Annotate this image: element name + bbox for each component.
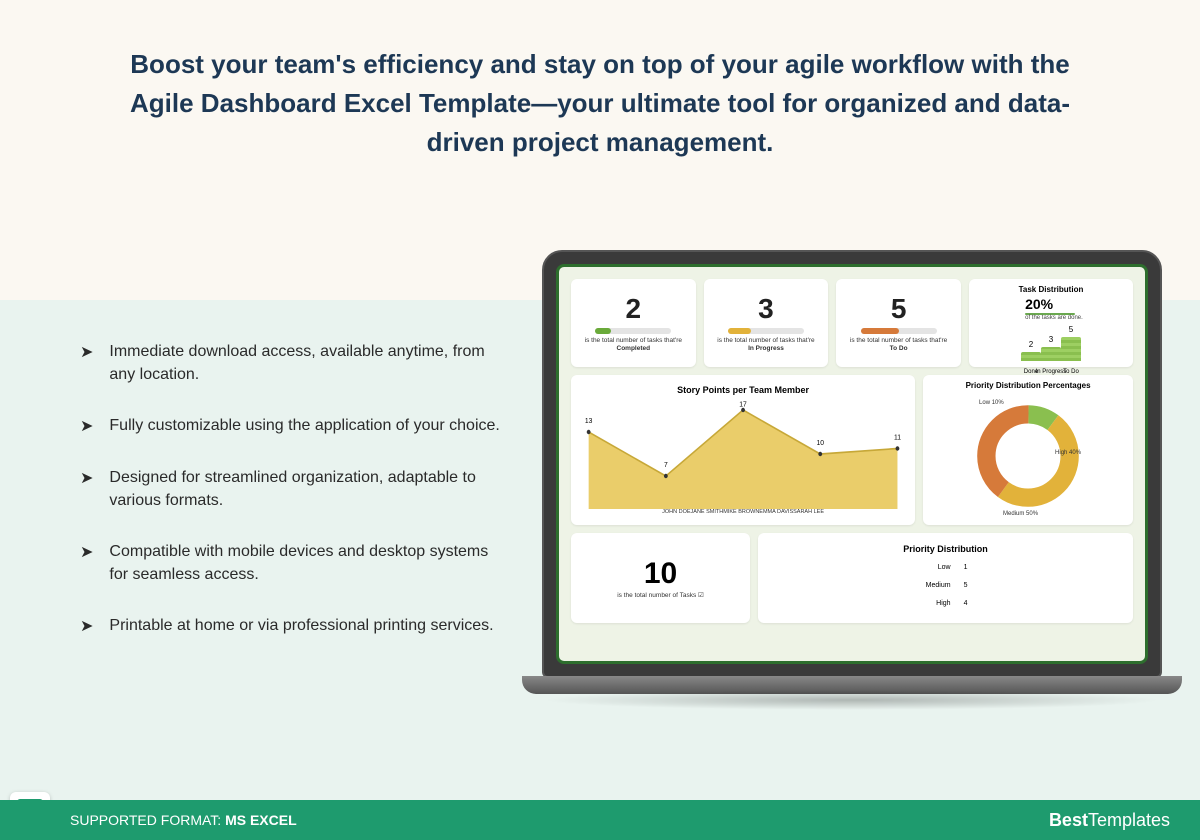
feature-text: Designed for streamlined organization, a…: [109, 466, 510, 512]
kpi-value: 10: [644, 557, 677, 591]
kpi-value: 3: [758, 293, 774, 325]
kpi-todo: 5 is the total number of tasks that'reTo…: [836, 279, 961, 367]
kpi-value: 5: [891, 293, 907, 325]
kpi-completed: 2 is the total number of tasks that'reCo…: [571, 279, 696, 367]
list-item: ➤ Compatible with mobile devices and desk…: [80, 540, 510, 586]
supported-value: MS EXCEL: [225, 812, 297, 828]
bullet-icon: ➤: [80, 542, 93, 562]
feature-text: Immediate download access, available any…: [109, 340, 510, 386]
svg-text:10: 10: [817, 438, 825, 448]
bullet-icon: ➤: [80, 616, 93, 636]
bar-chart: 2Done 3In Progress 5To Do: [1021, 335, 1081, 361]
svg-text:17: 17: [739, 399, 747, 409]
total-tasks-card: 10 is the total number of Tasks ☑: [571, 533, 750, 623]
task-distribution-card: Task Distribution 20%of the tasks are do…: [969, 279, 1133, 367]
list-item: ➤ Designed for streamlined organization, …: [80, 466, 510, 512]
priority-distribution-card: Priority Distribution Low1 Medium5 High4: [758, 533, 1133, 623]
svg-text:11: 11: [894, 432, 901, 442]
feature-list: ➤ Immediate download access, available an…: [80, 340, 510, 666]
chart-title: Story Points per Team Member: [677, 385, 809, 395]
bullet-icon: ➤: [80, 468, 93, 488]
pct-value: 20%: [1025, 296, 1053, 312]
laptop-mockup: 2 is the total number of tasks that'reCo…: [542, 250, 1162, 710]
chart-title: Task Distribution: [1019, 285, 1084, 294]
svg-text:7: 7: [664, 460, 668, 470]
feature-text: Fully customizable using the application…: [109, 414, 499, 437]
story-points-chart: Story Points per Team Member 13 7 17 10 …: [571, 375, 915, 525]
feature-text: Printable at home or via professional pr…: [109, 614, 493, 637]
kpi-inprogress: 3 is the total number of tasks that'reIn…: [704, 279, 829, 367]
supported-label: SUPPORTED FORMAT:: [70, 812, 225, 828]
hero-headline: Boost your team's efficiency and stay on…: [120, 45, 1080, 162]
kpi-value: 2: [626, 293, 642, 325]
chart-title: Priority Distribution Percentages: [966, 381, 1091, 390]
feature-text: Compatible with mobile devices and deskt…: [109, 540, 510, 586]
priority-donut-chart: Priority Distribution Percentages Low 10…: [923, 375, 1133, 525]
svg-text:13: 13: [585, 416, 593, 426]
footer-bar: SUPPORTED FORMAT: MS EXCEL BestTemplates: [0, 800, 1200, 840]
bullet-icon: ➤: [80, 416, 93, 436]
list-item: ➤ Printable at home or via professional p…: [80, 614, 510, 637]
brand-logo: BestTemplates: [1049, 810, 1170, 831]
chart-title: Priority Distribution: [903, 544, 988, 554]
bullet-icon: ➤: [80, 342, 93, 362]
dashboard-screen: 2 is the total number of tasks that'reCo…: [556, 264, 1148, 664]
list-item: ➤ Fully customizable using the applicatio…: [80, 414, 510, 437]
list-item: ➤ Immediate download access, available an…: [80, 340, 510, 386]
